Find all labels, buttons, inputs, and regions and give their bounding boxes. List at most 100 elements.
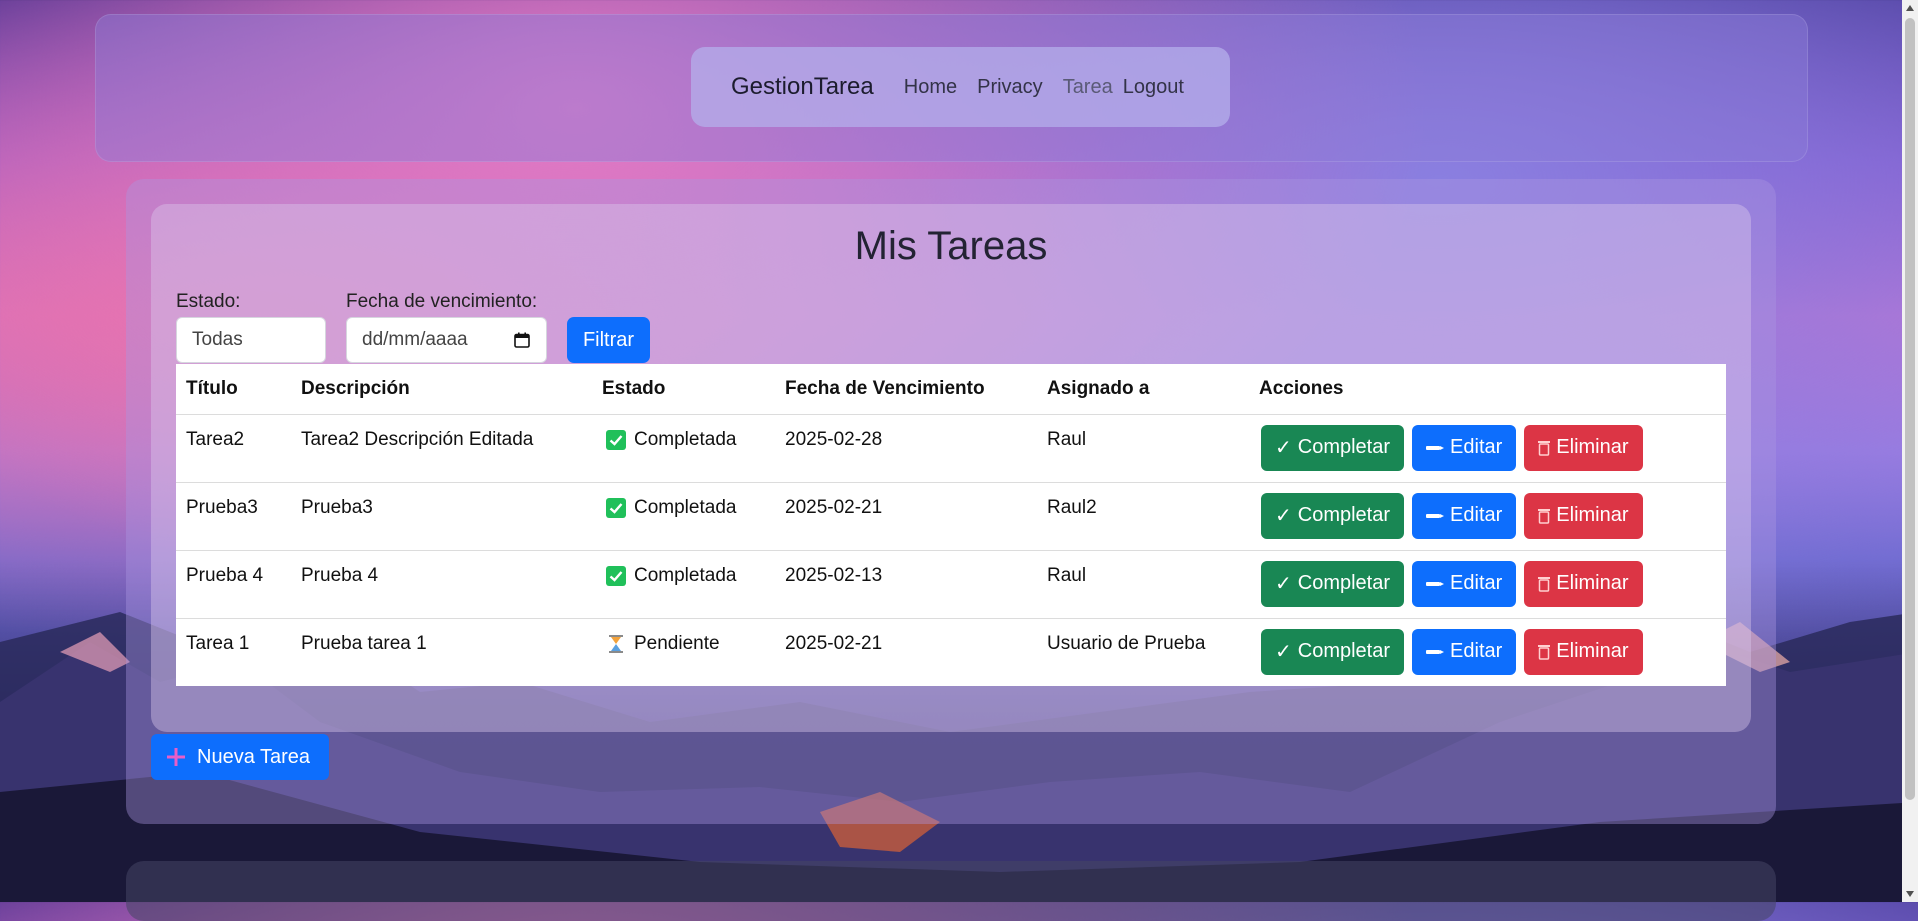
nav-privacy[interactable]: Privacy [977, 76, 1043, 99]
cell-titulo: Prueba3 [176, 482, 291, 551]
cell-titulo: Tarea2 [176, 414, 291, 483]
cell-acciones: ✓ Completar Editar Eliminar [1249, 414, 1726, 483]
estado-select-value: Todas [192, 329, 243, 350]
editar-label: Editar [1450, 640, 1503, 662]
eliminar-label: Eliminar [1556, 504, 1629, 526]
estado-select[interactable]: Todas [176, 317, 326, 363]
table-row: Tarea 1 Prueba tarea 1 Pendiente 2025-02… [176, 618, 1726, 686]
estado-text: Completada [634, 428, 737, 450]
eliminar-label: Eliminar [1556, 572, 1629, 594]
check-box-icon [606, 497, 626, 518]
nav-tarea[interactable]: Tarea [1063, 76, 1113, 99]
col-estado: Estado [592, 364, 775, 415]
estado-text: Pendiente [634, 632, 720, 654]
cell-titulo: Tarea 1 [186, 632, 250, 654]
cell-asignado: Raul [1037, 550, 1249, 619]
completar-button[interactable]: ✓ Completar [1261, 424, 1405, 471]
editar-label: Editar [1450, 436, 1503, 458]
table-header-row: Título Descripción Estado Fecha de Venci… [176, 364, 1726, 415]
trash-icon [1538, 508, 1551, 524]
plus-icon [167, 748, 185, 766]
page-title: Mis Tareas [854, 224, 1048, 268]
table-row: Prueba3 Prueba3 Completada 2025-02-21 Ra… [176, 482, 1726, 551]
filtrar-button[interactable]: Filtrar [567, 317, 650, 363]
completar-button[interactable]: ✓ Completar [1261, 628, 1405, 675]
scroll-up-icon[interactable] [1906, 4, 1914, 12]
col-descripcion: Descripción [291, 364, 592, 415]
pencil-icon [1426, 649, 1445, 654]
editar-button[interactable]: Editar [1412, 492, 1517, 539]
table-row: Prueba 4 Prueba 4 Completada 2025-02-13 … [176, 550, 1726, 619]
editar-label: Editar [1450, 572, 1503, 594]
check-icon: ✓ [1275, 641, 1292, 663]
completar-button[interactable]: ✓ Completar [1261, 560, 1405, 607]
eliminar-label: Eliminar [1556, 436, 1629, 458]
completar-label: Completar [1297, 436, 1391, 458]
nueva-tarea-button[interactable]: Nueva Tarea [151, 734, 329, 780]
col-fecha: Fecha de Vencimiento [775, 364, 1037, 415]
check-icon: ✓ [1275, 437, 1292, 459]
estado-filter-label: Estado: [176, 291, 241, 312]
cell-fecha: 2025-02-21 [785, 632, 883, 654]
cell-descripcion: Prueba3 [291, 482, 592, 551]
eliminar-button[interactable]: Eliminar [1524, 560, 1643, 607]
cell-acciones: ✓ Completar Editar Eliminar [1249, 482, 1726, 551]
cell-asignado: Usuario de Prueba [1047, 632, 1206, 654]
eliminar-button[interactable]: Eliminar [1524, 424, 1643, 471]
col-acciones: Acciones [1249, 364, 1726, 415]
trash-icon [1538, 440, 1551, 456]
fecha-input-placeholder: dd/mm/aaaa [362, 329, 468, 350]
eliminar-button[interactable]: Eliminar [1524, 628, 1643, 675]
check-icon: ✓ [1275, 573, 1292, 595]
scrollbar[interactable] [1902, 0, 1918, 902]
fecha-input[interactable]: dd/mm/aaaa [346, 317, 547, 363]
eliminar-label: Eliminar [1556, 640, 1629, 662]
pencil-icon [1426, 445, 1445, 450]
completar-label: Completar [1297, 504, 1391, 526]
cell-fecha: 2025-02-13 [775, 550, 1037, 619]
check-box-icon [606, 429, 626, 450]
cell-descripcion: Prueba 4 [291, 550, 592, 619]
completar-button[interactable]: ✓ Completar [1261, 492, 1405, 539]
cell-estado: Completada [592, 414, 775, 483]
cell-estado: Completada [592, 482, 775, 551]
editar-button[interactable]: Editar [1412, 424, 1517, 471]
trash-icon [1538, 644, 1551, 660]
cell-asignado: Raul2 [1037, 482, 1249, 551]
pencil-icon [1426, 581, 1445, 586]
nueva-tarea-label: Nueva Tarea [197, 745, 311, 768]
check-icon: ✓ [1275, 505, 1292, 527]
calendar-icon[interactable] [514, 332, 530, 348]
footer-card [126, 861, 1776, 921]
col-asignado: Asignado a [1037, 364, 1249, 415]
eliminar-button[interactable]: Eliminar [1524, 492, 1643, 539]
navbar: GestionTarea Home Privacy Tarea Logout [691, 47, 1230, 127]
nav-logout[interactable]: Logout [1123, 76, 1184, 99]
trash-icon [1538, 576, 1551, 592]
cell-descripcion: Prueba tarea 1 [301, 632, 427, 654]
estado-text: Completada [634, 496, 737, 518]
cell-acciones: ✓ Completar Editar Eliminar [1249, 618, 1726, 686]
tasks-table: Título Descripción Estado Fecha de Venci… [176, 364, 1726, 686]
brand-link[interactable]: GestionTarea [731, 73, 874, 101]
editar-button[interactable]: Editar [1412, 628, 1517, 675]
cell-estado: Completada [592, 550, 775, 619]
table-row: Tarea2 Tarea2 Descripción Editada Comple… [176, 414, 1726, 483]
editar-button[interactable]: Editar [1412, 560, 1517, 607]
cell-fecha: 2025-02-21 [775, 482, 1037, 551]
cell-asignado: Raul [1037, 414, 1249, 483]
completar-label: Completar [1297, 572, 1391, 594]
cell-acciones: ✓ Completar Editar Eliminar [1249, 550, 1726, 619]
scrollbar-thumb[interactable] [1905, 18, 1915, 800]
completar-label: Completar [1297, 640, 1391, 662]
check-box-icon [606, 565, 626, 586]
hourglass-icon [609, 634, 623, 653]
cell-descripcion: Tarea2 Descripción Editada [291, 414, 592, 483]
col-titulo: Título [176, 364, 291, 415]
scroll-down-icon[interactable] [1906, 890, 1914, 898]
pencil-icon [1426, 513, 1445, 518]
nav-home[interactable]: Home [904, 76, 957, 99]
cell-estado: Pendiente [592, 618, 775, 686]
fecha-filter-label: Fecha de vencimiento: [346, 291, 538, 312]
cell-fecha: 2025-02-28 [775, 414, 1037, 483]
